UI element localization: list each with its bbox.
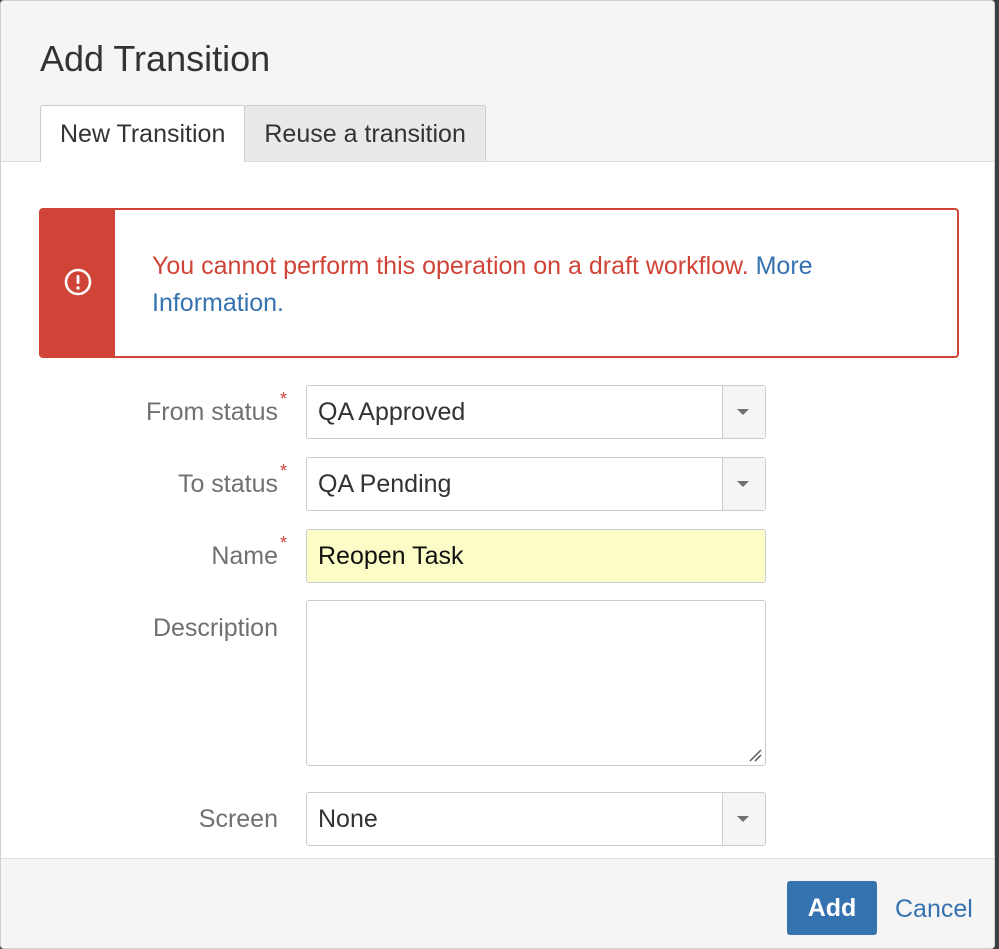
name-label-text: Name xyxy=(211,542,278,570)
dialog-content: You cannot perform this operation on a d… xyxy=(1,161,994,858)
add-transition-dialog: Add Transition New Transition Reuse a tr… xyxy=(0,0,995,949)
to-status-label: To status * xyxy=(1,462,287,499)
add-button[interactable]: Add xyxy=(787,881,877,935)
screen-select[interactable]: None xyxy=(306,792,766,846)
description-textarea[interactable] xyxy=(306,600,766,766)
screen-label: Screen xyxy=(1,804,278,834)
error-message-text: You cannot perform this operation on a d… xyxy=(152,252,749,280)
screen-dropdown-toggle[interactable] xyxy=(722,793,765,845)
tab-bar: New Transition Reuse a transition xyxy=(40,105,486,162)
to-status-select[interactable]: QA Pending xyxy=(306,457,766,511)
required-marker: * xyxy=(279,461,287,481)
error-strip xyxy=(41,210,115,356)
dialog-footer: Add Cancel xyxy=(1,858,994,948)
from-status-value: QA Approved xyxy=(318,398,466,426)
exclamation-circle-icon xyxy=(64,268,92,296)
tab-reuse-transition[interactable]: Reuse a transition xyxy=(244,105,486,161)
screen-value: None xyxy=(318,805,378,833)
chevron-down-icon xyxy=(737,816,749,822)
error-text: You cannot perform this operation on a d… xyxy=(152,248,887,322)
from-status-dropdown-toggle[interactable] xyxy=(722,386,765,438)
from-status-label: From status * xyxy=(1,390,287,427)
tab-new-transition[interactable]: New Transition xyxy=(40,105,246,162)
name-label: Name * xyxy=(1,534,287,571)
description-label: Description xyxy=(1,613,278,643)
to-status-value: QA Pending xyxy=(318,470,452,498)
chevron-down-icon xyxy=(737,481,749,487)
resize-handle-icon[interactable] xyxy=(748,748,762,762)
description-label-text: Description xyxy=(152,614,278,642)
from-status-select[interactable]: QA Approved xyxy=(306,385,766,439)
dialog-title: Add Transition xyxy=(40,38,271,79)
to-status-dropdown-toggle[interactable] xyxy=(722,458,765,510)
required-marker: * xyxy=(279,389,287,409)
cancel-link[interactable]: Cancel xyxy=(895,894,973,924)
required-marker: * xyxy=(279,533,287,553)
dialog-header: Add Transition New Transition Reuse a tr… xyxy=(1,1,994,162)
chevron-down-icon xyxy=(737,409,749,415)
error-message: You cannot perform this operation on a d… xyxy=(39,208,959,358)
from-status-label-text: From status xyxy=(146,398,278,426)
name-input[interactable] xyxy=(306,529,766,583)
to-status-label-text: To status xyxy=(177,470,278,498)
screen-label-text: Screen xyxy=(198,805,278,833)
